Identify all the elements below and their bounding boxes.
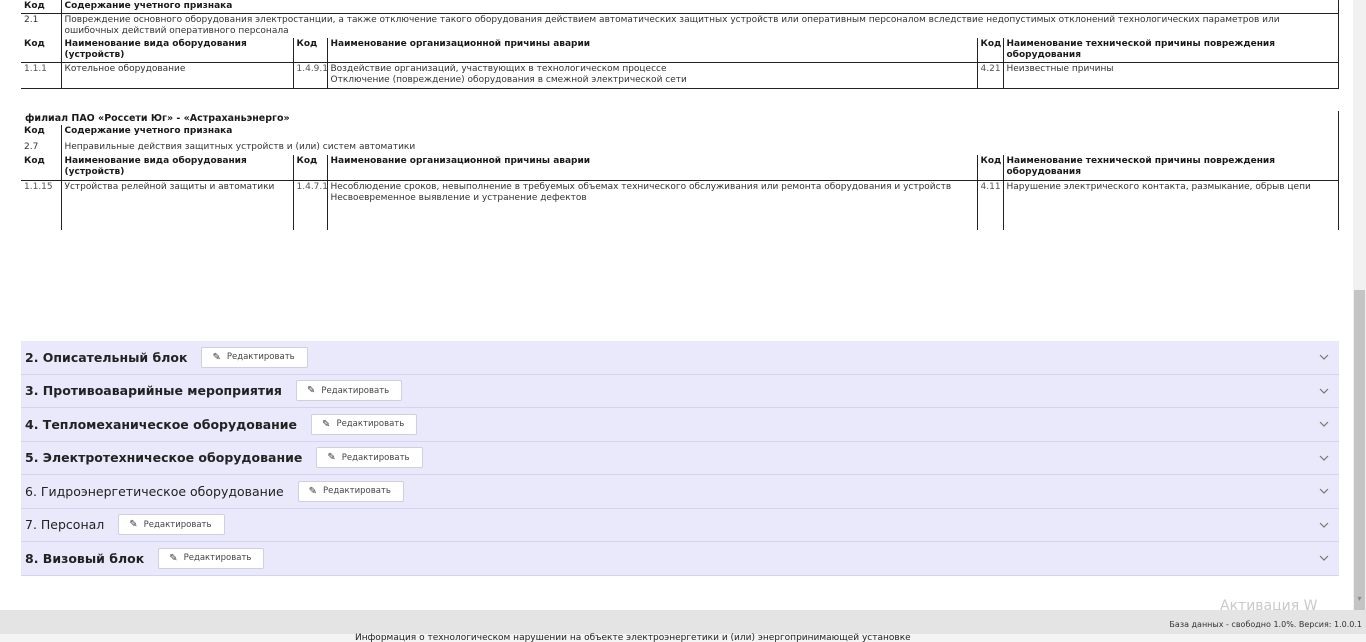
section-thermomechanical[interactable]: 4. Тепломеханическое оборудование ✎ Реда…	[21, 408, 1339, 442]
row-tech-cause: Неизвестные причины	[1003, 62, 1338, 89]
org-cause-line-2: Несвоевременное выявление и устранение д…	[330, 192, 587, 203]
edit-button[interactable]: ✎ Редактировать	[316, 447, 423, 469]
header-code: Код	[21, 125, 62, 141]
section-title: 4. Тепломеханическое оборудование	[25, 416, 298, 432]
section-visa[interactable]: 8. Визовый блок ✎ Редактировать	[21, 542, 1339, 576]
row-tech-cause: Нарушение электрического контакта, размы…	[1006, 181, 1311, 192]
feature-table-2: Код Содержание учетного признака 2.7 Неп…	[21, 125, 1338, 230]
chevron-down-icon[interactable]	[1317, 484, 1331, 498]
pencil-icon: ✎	[308, 485, 318, 497]
vertical-scrollbar[interactable]: ▾	[1353, 0, 1366, 610]
feature-table-1: Код Содержание учетного признака 2.1 Пов…	[21, 0, 1338, 89]
header-content: Содержание учетного признака	[64, 126, 233, 136]
scroll-down-arrow-icon[interactable]: ▾	[1355, 594, 1364, 603]
main-content: Код Содержание учетного признака 2.1 Пов…	[0, 0, 1353, 610]
row-code: 1.1.1	[21, 62, 62, 89]
org-cause-line-1: Воздействие организаций, участвующих в т…	[330, 64, 667, 74]
pencil-icon: ✎	[306, 385, 316, 397]
section-title: 6. Гидроэнергетическое оборудование	[25, 483, 284, 499]
col-tech-cause: Наименование технической причины поврежд…	[1003, 38, 1338, 63]
accounting-feature-block-2: филиал ПАО «Россети Юг» - «Астраханьэнер…	[21, 111, 1339, 230]
chevron-down-icon[interactable]	[1317, 417, 1331, 431]
chevron-down-icon[interactable]	[1317, 451, 1331, 465]
section-electrotechnical[interactable]: 5. Электротехническое оборудование ✎ Ред…	[21, 441, 1339, 475]
row-org-cause: Воздействие организаций, участвующих в т…	[327, 62, 978, 89]
section-title: 8. Визовый блок	[25, 550, 145, 566]
row-code3: 4.21	[977, 62, 1004, 89]
page: Код Содержание учетного признака 2.1 Пов…	[0, 0, 1366, 642]
section-title: 7. Персонал	[25, 517, 105, 533]
edit-label: Редактировать	[321, 385, 390, 396]
edit-label: Редактировать	[341, 452, 410, 463]
col-code: Код	[21, 38, 62, 63]
pencil-icon: ✎	[327, 452, 336, 464]
edit-button[interactable]: ✎ Редактировать	[118, 514, 225, 536]
edit-button[interactable]: ✎ Редактировать	[311, 413, 418, 435]
section-title: 2. Описательный блок	[25, 349, 188, 365]
edit-button[interactable]: ✎ Редактировать	[295, 380, 403, 402]
edit-label: Редактировать	[183, 553, 252, 564]
organization-title: филиал ПАО «Россети Юг» - «Астраханьэнер…	[25, 113, 290, 124]
row-org-cause: Несоблюдение сроков, невыполнение в треб…	[327, 180, 978, 230]
header-code: Код	[21, 0, 62, 14]
col-code: Код	[21, 155, 62, 181]
col-equipment: Наименование вида оборудования (устройст…	[61, 38, 294, 63]
org-cause-line-2: Отключение (повреждение) оборудования в …	[330, 75, 687, 85]
feature-code: 2.7	[21, 141, 62, 155]
section-hydropower[interactable]: 6. Гидроэнергетическое оборудование ✎ Ре…	[21, 475, 1339, 509]
chevron-down-icon[interactable]	[1317, 384, 1331, 398]
pencil-icon: ✎	[129, 519, 138, 531]
pencil-icon: ✎	[212, 351, 221, 363]
section-emergency-measures[interactable]: 3. Противоаварийные мероприятия ✎ Редакт…	[21, 374, 1339, 408]
edit-button[interactable]: ✎ Редактировать	[158, 547, 265, 569]
feature-code: 2.1	[21, 13, 62, 38]
status-footer: База данных - свободно 1.0%. Версия: 1.0…	[0, 610, 1366, 642]
accordion-sections: 2. Описательный блок ✎ Редактировать 3. …	[21, 341, 1339, 576]
chevron-down-icon[interactable]	[1317, 350, 1331, 364]
header-content: Содержание учетного признака	[61, 0, 1338, 14]
row-code: 1.1.15	[21, 180, 62, 230]
col-code2: Код	[293, 38, 328, 63]
accounting-feature-block-1: Код Содержание учетного признака 2.1 Пов…	[21, 0, 1339, 89]
row-code3: 4.11	[977, 180, 1004, 230]
chevron-down-icon[interactable]	[1317, 518, 1331, 532]
col-code2: Код	[293, 155, 328, 181]
pencil-icon: ✎	[169, 552, 178, 564]
section-personnel[interactable]: 7. Персонал ✎ Редактировать	[21, 508, 1339, 542]
scrollbar-thumb[interactable]	[1354, 290, 1365, 610]
section-title: 3. Противоаварийные мероприятия	[25, 383, 282, 399]
org-cause-line-1: Несоблюдение сроков, невыполнение в треб…	[330, 181, 952, 192]
feature-text: Неправильные действия защитных устройств…	[64, 142, 416, 152]
section-descriptive[interactable]: 2. Описательный блок ✎ Редактировать	[21, 341, 1339, 375]
row-code2: 1.4.9.1	[293, 62, 328, 89]
row-equipment: Устройства релейной защиты и автоматики	[61, 180, 294, 230]
edit-label: Редактировать	[323, 486, 391, 497]
chevron-down-icon[interactable]	[1317, 551, 1331, 565]
edit-label: Редактировать	[336, 419, 405, 430]
feature-text: Повреждение основного оборудования элект…	[64, 15, 1280, 36]
edit-button[interactable]: ✎ Редактировать	[201, 346, 308, 368]
col-org-cause: Наименование организационной причины ава…	[327, 155, 978, 181]
col-code3: Код	[977, 38, 1004, 63]
edit-label: Редактировать	[226, 352, 295, 363]
col-equipment: Наименование вида оборудования (устройст…	[61, 155, 294, 181]
pencil-icon: ✎	[322, 418, 331, 430]
section-title: 5. Электротехническое оборудование	[25, 450, 303, 466]
col-org-cause: Наименование организационной причины ава…	[327, 38, 978, 63]
col-code3: Код	[977, 155, 1004, 181]
edit-button[interactable]: ✎ Редактировать	[297, 480, 404, 502]
database-info: База данных - свободно 1.0%. Версия: 1.0…	[1169, 620, 1362, 629]
bottom-caption: Информация о технологическом нарушении н…	[355, 633, 911, 642]
row-code2: 1.4.7.1	[293, 180, 328, 230]
row-equipment: Котельное оборудование	[61, 62, 294, 89]
col-tech-cause: Наименование технической причины поврежд…	[1003, 155, 1338, 181]
edit-label: Редактировать	[143, 519, 212, 530]
